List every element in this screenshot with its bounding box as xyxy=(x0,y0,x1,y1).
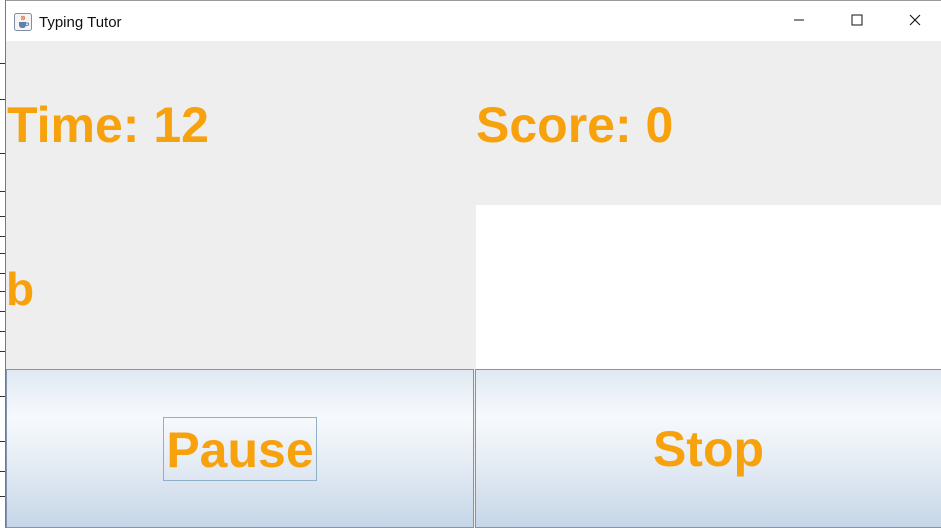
game-panel: Time: 12 Score: 0 b Pause Stop xyxy=(6,41,941,528)
close-icon xyxy=(909,13,921,31)
maximize-button[interactable] xyxy=(828,1,886,42)
window-title: Typing Tutor xyxy=(39,14,122,31)
typing-tutor-window: Typing Tutor Time: 12 Score: 0 b Pause S… xyxy=(5,0,941,528)
stop-button-label: Stop xyxy=(652,420,765,477)
close-button[interactable] xyxy=(886,1,941,42)
minimize-icon xyxy=(793,13,805,31)
stop-button[interactable]: Stop xyxy=(475,369,941,528)
score-label: Score: 0 xyxy=(476,97,674,153)
minimize-button[interactable] xyxy=(770,1,828,42)
pause-button-label: Pause xyxy=(163,416,317,481)
java-cup-icon[interactable] xyxy=(14,13,32,31)
current-word-label: b xyxy=(6,263,35,315)
time-label: Time: 12 xyxy=(7,97,209,153)
pause-button[interactable]: Pause xyxy=(6,369,474,528)
maximize-icon xyxy=(851,13,863,31)
typing-input-field[interactable] xyxy=(476,205,941,369)
title-bar[interactable]: Typing Tutor xyxy=(6,0,941,41)
